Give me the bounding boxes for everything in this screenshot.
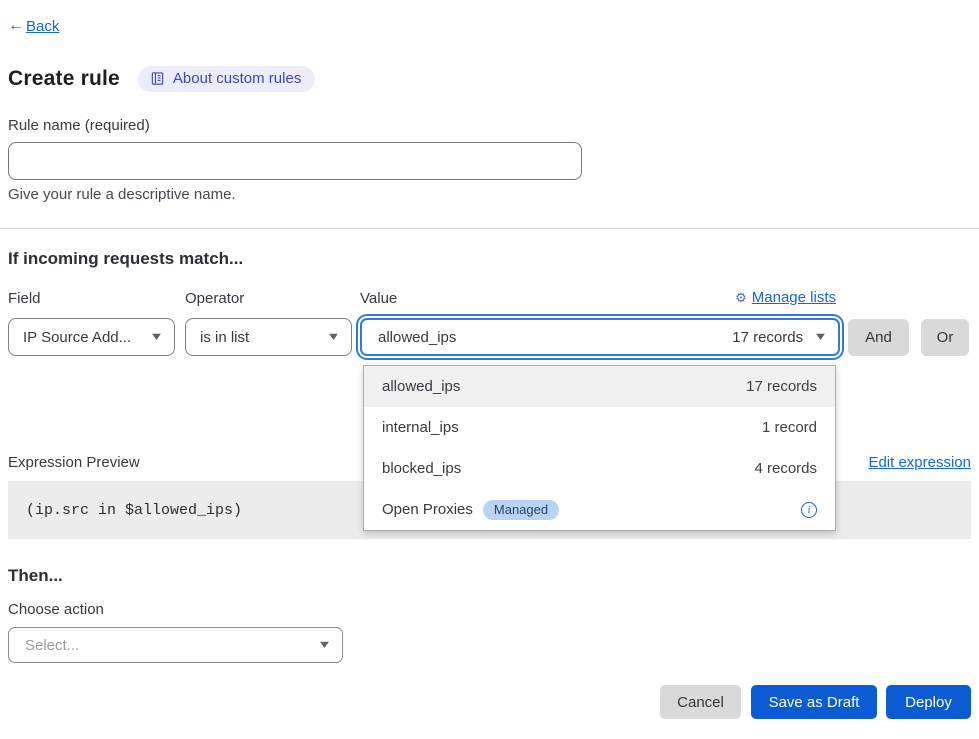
- list-item-meta: 1 record: [762, 419, 817, 436]
- value-label: Value: [360, 290, 397, 307]
- list-dropdown: allowed_ips 17 records internal_ips 1 re…: [363, 365, 836, 531]
- about-custom-rules-label: About custom rules: [173, 70, 301, 87]
- manage-lists-label: Manage lists: [752, 289, 836, 306]
- field-label: Field: [8, 290, 41, 307]
- back-link-label: Back: [26, 18, 59, 35]
- and-button[interactable]: And: [848, 319, 909, 356]
- chevron-down-icon: ▼: [813, 331, 828, 343]
- chevron-down-icon: ▼: [326, 331, 341, 343]
- book-icon: [150, 71, 165, 86]
- list-item-name: internal_ips: [382, 419, 459, 436]
- rule-name-helper: Give your rule a descriptive name.: [8, 186, 236, 203]
- expression-preview-label: Expression Preview: [8, 454, 140, 471]
- list-item-meta: 17 records: [746, 378, 817, 395]
- value-select-name: allowed_ips: [378, 329, 456, 346]
- about-custom-rules-link[interactable]: About custom rules: [138, 66, 315, 92]
- action-select-placeholder: Select...: [25, 637, 79, 654]
- title-row: Create rule About custom rules: [8, 66, 315, 92]
- rule-name-label: Rule name (required): [8, 117, 150, 134]
- match-section-heading: If incoming requests match...: [8, 249, 243, 269]
- list-item-meta: 4 records: [754, 460, 817, 477]
- then-section-heading: Then...: [8, 566, 63, 586]
- value-select-meta: 17 records: [732, 329, 803, 346]
- list-item-name: blocked_ips: [382, 460, 461, 477]
- or-button[interactable]: Or: [921, 319, 969, 356]
- rule-name-input[interactable]: [8, 142, 582, 180]
- back-arrow-icon: ←: [8, 17, 24, 35]
- info-icon[interactable]: i: [801, 502, 817, 518]
- section-divider: [0, 228, 979, 229]
- list-item-allowed-ips[interactable]: allowed_ips 17 records: [364, 366, 835, 407]
- list-item-name: allowed_ips: [382, 378, 460, 395]
- save-as-draft-button[interactable]: Save as Draft: [751, 685, 877, 719]
- choose-action-label: Choose action: [8, 601, 104, 618]
- operator-select[interactable]: is in list ▼: [185, 318, 352, 356]
- gear-icon: ⚙: [735, 290, 747, 306]
- deploy-button[interactable]: Deploy: [886, 685, 971, 719]
- operator-label: Operator: [185, 290, 244, 307]
- action-select[interactable]: Select... ▼: [8, 627, 343, 663]
- cancel-button[interactable]: Cancel: [660, 685, 741, 719]
- field-select-value: IP Source Add...: [23, 329, 131, 346]
- chevron-down-icon: ▼: [149, 331, 164, 343]
- edit-expression-link[interactable]: Edit expression: [868, 454, 971, 471]
- value-select[interactable]: allowed_ips 17 records ▼: [360, 318, 840, 356]
- chevron-down-icon: ▼: [317, 639, 332, 651]
- list-item-open-proxies[interactable]: Open Proxies Managed i: [364, 489, 835, 530]
- expression-code: (ip.src in $allowed_ips): [26, 502, 242, 519]
- field-select[interactable]: IP Source Add... ▼: [8, 318, 175, 356]
- operator-select-value: is in list: [200, 329, 249, 346]
- page-title: Create rule: [8, 67, 120, 91]
- list-item-name: Open Proxies: [382, 501, 473, 518]
- manage-lists-link[interactable]: ⚙ Manage lists: [735, 289, 836, 306]
- list-item-blocked-ips[interactable]: blocked_ips 4 records: [364, 448, 835, 489]
- back-link[interactable]: ←Back: [8, 17, 59, 35]
- list-item-internal-ips[interactable]: internal_ips 1 record: [364, 407, 835, 448]
- managed-badge: Managed: [483, 500, 559, 520]
